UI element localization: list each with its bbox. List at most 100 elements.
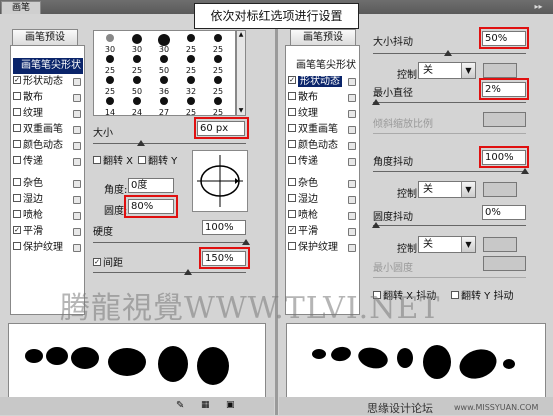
checkbox[interactable]	[93, 156, 101, 164]
slider-handle[interactable]	[521, 168, 529, 174]
lock-icon[interactable]	[348, 126, 356, 134]
checkbox[interactable]	[13, 108, 21, 116]
sidebar-item-brush-tip[interactable]: 画笔笔尖形状	[288, 58, 358, 74]
brush-grid-scrollbar[interactable]: ▲ ▼	[236, 30, 246, 116]
angle-roundness-widget[interactable]	[192, 150, 248, 212]
brush-tip-cell[interactable]: 30	[152, 33, 176, 54]
sidebar-item-noise[interactable]: 杂色	[13, 176, 83, 192]
slider-handle[interactable]	[242, 239, 250, 245]
checkbox[interactable]	[13, 210, 21, 218]
brush-tip-cell[interactable]: 24	[125, 96, 149, 117]
lock-icon[interactable]	[348, 110, 356, 118]
brush-presets-button[interactable]: 画笔预设	[12, 29, 78, 46]
lock-icon[interactable]	[348, 142, 356, 150]
sidebar-item-noise[interactable]: 杂色	[288, 176, 358, 192]
collapse-icon[interactable]: ▸▸	[534, 2, 543, 11]
checkbox[interactable]	[288, 124, 296, 132]
spacing-checkbox[interactable]: ✓ 间距	[93, 254, 123, 269]
roundness-jitter-slider[interactable]	[373, 225, 526, 226]
checkbox[interactable]	[13, 156, 21, 164]
flip-y-jitter-checkbox[interactable]: 翻转 Y 抖动	[451, 287, 513, 302]
angle-control-select[interactable]: 关 ▼	[418, 181, 476, 198]
sidebar-item-wet-edges[interactable]: 湿边	[13, 192, 83, 208]
brush-tip-cell[interactable]: 32	[179, 75, 203, 96]
brush-tip-cell[interactable]: 25	[179, 33, 203, 54]
brush-tip-cell[interactable]: 25	[206, 54, 230, 75]
flip-y-checkbox[interactable]: 翻转 Y	[138, 152, 177, 167]
checkbox[interactable]	[288, 108, 296, 116]
new-icon[interactable]: ▣	[226, 400, 235, 410]
lock-icon[interactable]	[73, 158, 81, 166]
checkbox[interactable]	[13, 242, 21, 250]
checkbox[interactable]	[13, 194, 21, 202]
checkbox[interactable]	[13, 92, 21, 100]
slider-handle[interactable]	[184, 269, 192, 275]
roundness-control-select[interactable]: 关 ▼	[418, 236, 476, 253]
slider-handle[interactable]	[137, 140, 145, 146]
lock-icon[interactable]	[73, 94, 81, 102]
checkbox[interactable]: ✓	[288, 226, 296, 234]
lock-icon[interactable]	[73, 196, 81, 204]
checkbox[interactable]: ✓	[13, 76, 21, 84]
sidebar-item-airbrush[interactable]: 喷枪	[13, 208, 83, 224]
brush-tip-cell[interactable]: 25	[206, 96, 230, 117]
brush-tip-cell[interactable]: 30	[125, 33, 149, 54]
lock-icon[interactable]	[73, 228, 81, 236]
brush-tip-cell[interactable]: 50	[125, 75, 149, 96]
lock-icon[interactable]	[73, 180, 81, 188]
scroll-down-icon[interactable]: ▼	[237, 107, 245, 115]
lock-icon[interactable]	[73, 126, 81, 134]
size-control-select[interactable]: 关 ▼	[418, 62, 476, 79]
brush-icon[interactable]: ✎	[176, 400, 184, 411]
lock-icon[interactable]	[73, 142, 81, 150]
sidebar-item-protect-texture[interactable]: 保护纹理	[288, 240, 358, 256]
sidebar-item-color-dynamics[interactable]: 颜色动态	[13, 138, 83, 154]
angle-jitter-slider[interactable]	[373, 171, 526, 172]
slider-handle[interactable]	[372, 99, 380, 105]
lock-icon[interactable]	[348, 158, 356, 166]
brush-tip-cell[interactable]: 25	[206, 33, 230, 54]
chevron-down-icon[interactable]: ▼	[461, 63, 475, 78]
checkbox[interactable]	[451, 291, 459, 299]
checkbox[interactable]	[288, 140, 296, 148]
scroll-up-icon[interactable]: ▲	[237, 31, 245, 39]
sidebar-item-brush-tip[interactable]: 画笔笔尖形状	[13, 58, 83, 74]
sidebar-item-shape-dynamics[interactable]: ✓ 形状动态	[288, 74, 358, 90]
brush-tip-cell[interactable]: 25	[98, 54, 122, 75]
checkbox[interactable]: ✓	[13, 226, 21, 234]
sidebar-item-texture[interactable]: 纹理	[13, 106, 83, 122]
lock-icon[interactable]	[73, 212, 81, 220]
checkbox[interactable]: ✓	[93, 258, 101, 266]
lock-icon[interactable]	[73, 110, 81, 118]
brush-tip-cell[interactable]: 25	[206, 75, 230, 96]
chevron-down-icon[interactable]: ▼	[461, 237, 475, 252]
brush-tip-cell[interactable]: 25	[179, 54, 203, 75]
lock-icon[interactable]	[348, 78, 356, 86]
sidebar-item-transfer[interactable]: 传递	[288, 154, 358, 170]
sidebar-item-dual-brush[interactable]: 双重画笔	[13, 122, 83, 138]
lock-icon[interactable]	[348, 94, 356, 102]
lock-icon[interactable]	[73, 244, 81, 252]
min-diameter-slider[interactable]	[373, 102, 526, 103]
grid-icon[interactable]: ▦	[201, 400, 210, 410]
sidebar-item-scatter[interactable]: 散布	[13, 90, 83, 106]
sidebar-item-wet-edges[interactable]: 湿边	[288, 192, 358, 208]
brush-tip-cell[interactable]: 50	[152, 54, 176, 75]
sidebar-item-protect-texture[interactable]: 保护纹理	[13, 240, 83, 256]
brush-presets-button[interactable]: 画笔预设	[290, 29, 356, 46]
flip-x-checkbox[interactable]: 翻转 X	[93, 152, 133, 167]
brush-tip-cell[interactable]: 25	[98, 75, 122, 96]
lock-icon[interactable]	[348, 180, 356, 188]
size-slider[interactable]	[93, 143, 246, 144]
sidebar-item-airbrush[interactable]: 喷枪	[288, 208, 358, 224]
brush-tip-grid[interactable]: 30 30 30 25 25 25 25 50 25 25 25 50 36 32 25 14 24 27 25 25	[93, 30, 236, 117]
checkbox[interactable]	[288, 92, 296, 100]
chevron-down-icon[interactable]: ▼	[461, 182, 475, 197]
sidebar-item-texture[interactable]: 纹理	[288, 106, 358, 122]
spacing-slider[interactable]	[93, 272, 246, 273]
sidebar-item-smoothing[interactable]: ✓ 平滑	[13, 224, 83, 240]
panel-tab[interactable]: 画笔	[1, 1, 41, 14]
brush-tip-cell[interactable]: 27	[152, 96, 176, 117]
checkbox[interactable]	[288, 210, 296, 218]
brush-tip-cell[interactable]: 36	[152, 75, 176, 96]
